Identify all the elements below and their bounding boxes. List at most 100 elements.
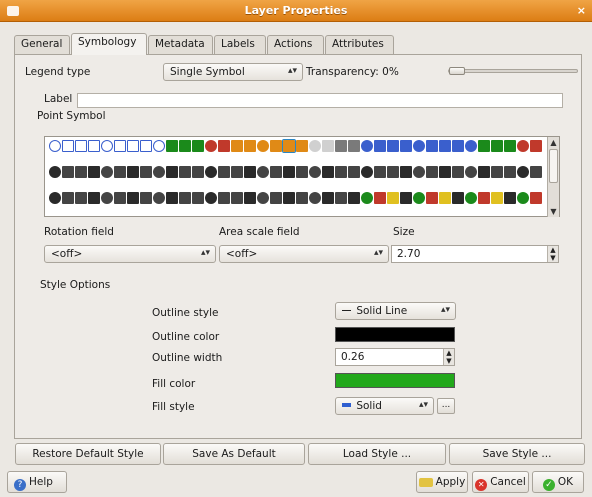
point-symbol-icon[interactable] bbox=[231, 140, 243, 152]
point-symbol-icon[interactable] bbox=[478, 166, 490, 178]
point-symbol-icon[interactable] bbox=[335, 166, 347, 178]
point-symbol-icon[interactable] bbox=[88, 166, 100, 178]
point-symbol-icon[interactable] bbox=[62, 140, 74, 152]
point-symbol-icon[interactable] bbox=[166, 140, 178, 152]
point-symbol-icon[interactable] bbox=[374, 140, 386, 152]
point-symbol-icon[interactable] bbox=[348, 192, 360, 204]
point-symbol-icon[interactable] bbox=[257, 192, 269, 204]
area-scale-field-combo[interactable]: <off> ▴▾ bbox=[219, 245, 389, 263]
rotation-field-combo[interactable]: <off> ▴▾ bbox=[44, 245, 216, 263]
point-symbol-icon[interactable] bbox=[400, 192, 412, 204]
save-as-default-button[interactable]: Save As Default bbox=[163, 443, 305, 465]
point-symbol-icon[interactable] bbox=[114, 140, 126, 152]
point-symbol-icon[interactable] bbox=[257, 140, 269, 152]
cancel-button[interactable]: ✕ Cancel bbox=[472, 471, 529, 493]
point-symbol-icon[interactable] bbox=[387, 192, 399, 204]
tab-symbology[interactable]: Symbology bbox=[71, 33, 147, 55]
point-symbol-icon[interactable] bbox=[75, 140, 87, 152]
point-symbol-icon[interactable] bbox=[413, 140, 425, 152]
point-symbol-icon[interactable] bbox=[192, 192, 204, 204]
point-symbol-icon[interactable] bbox=[309, 192, 321, 204]
symbol-scrollbar[interactable]: ▲ ▼ bbox=[547, 137, 559, 217]
point-symbol-icon[interactable] bbox=[166, 166, 178, 178]
point-symbol-icon[interactable] bbox=[270, 140, 282, 152]
point-symbol-icon[interactable] bbox=[530, 192, 542, 204]
point-symbol-icon[interactable] bbox=[49, 166, 61, 178]
point-symbol-icon[interactable] bbox=[127, 192, 139, 204]
point-symbol-icon[interactable] bbox=[270, 166, 282, 178]
point-symbol-icon[interactable] bbox=[335, 192, 347, 204]
point-symbol-icon[interactable] bbox=[517, 192, 529, 204]
point-symbol-icon[interactable] bbox=[374, 166, 386, 178]
point-symbol-icon[interactable] bbox=[282, 139, 296, 153]
point-symbol-icon[interactable] bbox=[491, 140, 503, 152]
point-symbol-icon[interactable] bbox=[49, 192, 61, 204]
point-symbol-icon[interactable] bbox=[478, 140, 490, 152]
point-symbol-icon[interactable] bbox=[101, 140, 113, 152]
point-symbol-icon[interactable] bbox=[452, 166, 464, 178]
apply-button[interactable]: Apply bbox=[416, 471, 468, 493]
ok-button[interactable]: ✓ OK bbox=[532, 471, 584, 493]
point-symbol-icon[interactable] bbox=[504, 192, 516, 204]
scroll-down-icon[interactable]: ▼ bbox=[548, 206, 559, 217]
point-symbol-icon[interactable] bbox=[309, 140, 321, 152]
point-symbol-icon[interactable] bbox=[530, 140, 542, 152]
point-symbol-icon[interactable] bbox=[218, 192, 230, 204]
point-symbol-icon[interactable] bbox=[49, 140, 61, 152]
point-symbol-icon[interactable] bbox=[101, 166, 113, 178]
point-symbol-icon[interactable] bbox=[192, 140, 204, 152]
point-symbol-icon[interactable] bbox=[387, 140, 399, 152]
label-input[interactable] bbox=[77, 93, 563, 108]
point-symbol-icon[interactable] bbox=[244, 166, 256, 178]
point-symbol-icon[interactable] bbox=[140, 192, 152, 204]
point-symbol-icon[interactable] bbox=[153, 166, 165, 178]
outline-style-combo[interactable]: Solid Line ▴▾ bbox=[335, 302, 456, 320]
point-symbol-icon[interactable] bbox=[218, 140, 230, 152]
fill-style-combo[interactable]: Solid ▴▾ bbox=[335, 397, 434, 415]
point-symbol-icon[interactable] bbox=[296, 166, 308, 178]
point-symbol-icon[interactable] bbox=[179, 192, 191, 204]
load-style-button[interactable]: Load Style ... bbox=[308, 443, 446, 465]
point-symbol-icon[interactable] bbox=[244, 192, 256, 204]
size-spinbox[interactable]: 2.70 ▲ ▼ bbox=[391, 245, 559, 263]
point-symbol-icon[interactable] bbox=[439, 166, 451, 178]
point-symbol-icon[interactable] bbox=[88, 140, 100, 152]
close-icon[interactable]: × bbox=[577, 4, 586, 17]
point-symbol-icon[interactable] bbox=[517, 166, 529, 178]
point-symbol-icon[interactable] bbox=[452, 140, 464, 152]
point-symbol-icon[interactable] bbox=[517, 140, 529, 152]
point-symbol-icon[interactable] bbox=[127, 166, 139, 178]
point-symbol-icon[interactable] bbox=[361, 166, 373, 178]
legend-type-combo[interactable]: Single Symbol ▴▾ bbox=[163, 63, 303, 81]
point-symbol-icon[interactable] bbox=[465, 192, 477, 204]
point-symbol-icon[interactable] bbox=[192, 166, 204, 178]
point-symbol-icon[interactable] bbox=[88, 192, 100, 204]
point-symbol-icon[interactable] bbox=[465, 140, 477, 152]
point-symbol-icon[interactable] bbox=[400, 166, 412, 178]
point-symbol-icon[interactable] bbox=[348, 166, 360, 178]
point-symbol-icon[interactable] bbox=[270, 192, 282, 204]
point-symbol-icon[interactable] bbox=[439, 140, 451, 152]
point-symbol-icon[interactable] bbox=[400, 140, 412, 152]
point-symbol-icon[interactable] bbox=[335, 140, 347, 152]
point-symbol-icon[interactable] bbox=[62, 192, 74, 204]
point-symbol-icon[interactable] bbox=[244, 140, 256, 152]
tab-attributes[interactable]: Attributes bbox=[325, 35, 394, 55]
fill-color-button[interactable] bbox=[335, 373, 455, 388]
transparency-slider-handle[interactable] bbox=[449, 67, 465, 75]
fill-style-more-button[interactable]: ... bbox=[437, 398, 455, 414]
point-symbol-icon[interactable] bbox=[205, 166, 217, 178]
point-symbol-icon[interactable] bbox=[166, 192, 178, 204]
point-symbol-icon[interactable] bbox=[322, 166, 334, 178]
point-symbol-icon[interactable] bbox=[374, 192, 386, 204]
point-symbol-icon[interactable] bbox=[426, 140, 438, 152]
save-style-button[interactable]: Save Style ... bbox=[449, 443, 585, 465]
point-symbol-icon[interactable] bbox=[62, 166, 74, 178]
point-symbol-icon[interactable] bbox=[179, 140, 191, 152]
tab-actions[interactable]: Actions bbox=[267, 35, 324, 55]
point-symbol-icon[interactable] bbox=[75, 166, 87, 178]
point-symbol-icon[interactable] bbox=[153, 192, 165, 204]
point-symbol-icon[interactable] bbox=[361, 140, 373, 152]
spin-arrows-icon[interactable]: ▲ ▼ bbox=[547, 246, 558, 262]
point-symbol-icon[interactable] bbox=[413, 166, 425, 178]
